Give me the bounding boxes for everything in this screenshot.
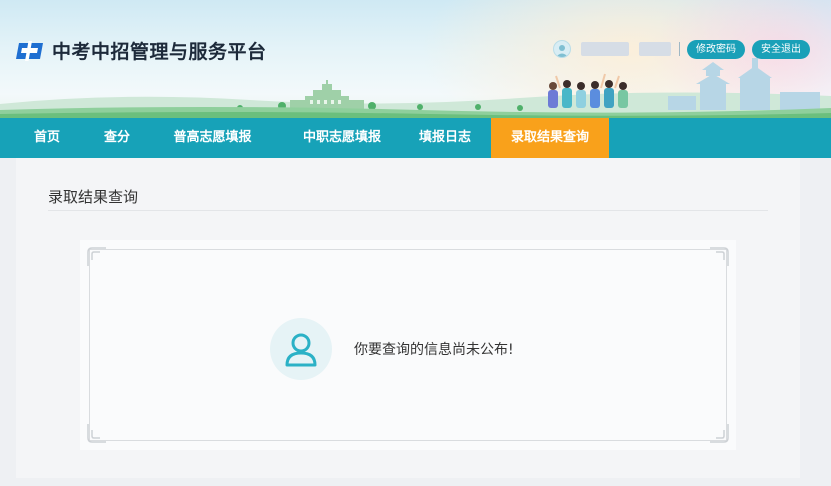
redacted-user-id: [639, 42, 671, 56]
page-title: 录取结果查询: [48, 188, 139, 206]
site-logo[interactable]: 中考中招管理与服务平台: [16, 37, 267, 64]
nav-item-home[interactable]: 首页: [0, 118, 94, 158]
user-area: 修改密码 安全退出: [553, 39, 810, 59]
redacted-user-name: [581, 42, 629, 56]
frame-corner-ornament: [87, 424, 106, 443]
header-divider: [679, 42, 680, 56]
nav-item-application-log[interactable]: 填报日志: [399, 118, 491, 158]
site-title: 中考中招管理与服务平台: [52, 41, 267, 63]
change-password-button[interactable]: 修改密码: [687, 39, 745, 59]
nav-item-vocational-application[interactable]: 中职志愿填报: [285, 118, 399, 158]
frame-corner-ornament: [710, 247, 729, 266]
nav-item-admission-result[interactable]: 录取结果查询: [491, 118, 609, 158]
nav-item-high-school-application[interactable]: 普高志愿填报: [140, 118, 285, 158]
result-frame-border: 你要查询的信息尚未公布!: [87, 247, 729, 443]
main-panel: 录取结果查询 你要查询的信息尚未公布!: [16, 158, 800, 478]
main-nav: 首页 查分 普高志愿填报 中职志愿填报 填报日志 录取结果查询: [0, 118, 831, 158]
empty-state-message: 你要查询的信息尚未公布!: [270, 318, 514, 380]
frame-corner-ornament: [87, 247, 106, 266]
not-published-text: 你要查询的信息尚未公布!: [354, 342, 514, 358]
result-frame: 你要查询的信息尚未公布!: [80, 240, 736, 450]
person-outline-icon: [270, 318, 332, 380]
title-divider: [48, 210, 768, 211]
nav-item-score[interactable]: 查分: [94, 118, 140, 158]
logout-button[interactable]: 安全退出: [752, 39, 810, 59]
frame-corner-ornament: [710, 424, 729, 443]
header-banner: 中考中招管理与服务平台 修改密码 安全退出: [0, 0, 831, 118]
brand-logo-icon: [16, 40, 43, 61]
user-avatar-icon[interactable]: [553, 40, 571, 58]
